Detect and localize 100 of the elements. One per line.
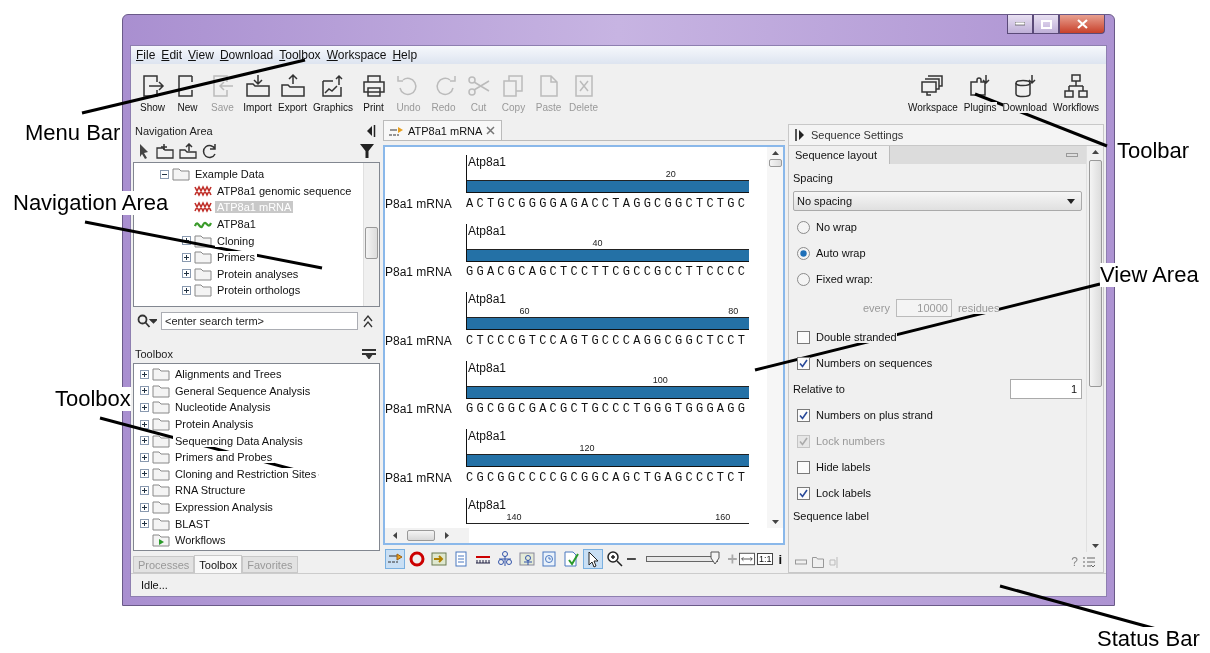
toolbar-button[interactable]: Graphics — [310, 71, 356, 113]
horizontal-scrollbar[interactable] — [385, 528, 469, 543]
checkbox[interactable] — [797, 330, 810, 344]
expand-icon[interactable] — [140, 469, 149, 479]
toolbox-item[interactable]: Alignments and Trees — [173, 368, 284, 381]
spacing-dropdown[interactable]: No spacing — [793, 191, 1082, 211]
toolbar-button[interactable]: Print — [356, 71, 391, 113]
menu-item[interactable]: Edit — [158, 48, 186, 62]
toolbox-item[interactable]: Sequencing Data Analysis — [173, 434, 305, 447]
toolbar-button[interactable]: Workflows — [1050, 71, 1102, 113]
toolbox-item[interactable]: Workflows — [173, 534, 228, 547]
expand-right-icon[interactable] — [795, 129, 805, 141]
scroll-thumb[interactable] — [768, 159, 782, 167]
toolbar-button[interactable]: Plugins — [960, 71, 1000, 113]
list-icon[interactable] — [1083, 556, 1095, 568]
toolbar-button[interactable]: Show — [135, 71, 170, 113]
scroll-left-icon[interactable] — [393, 532, 397, 539]
slider-thumb[interactable] — [710, 551, 721, 565]
pointer-icon[interactable] — [137, 143, 151, 159]
toolbox-item[interactable]: Nucleotide Analysis — [173, 401, 273, 414]
tool-button[interactable] — [583, 549, 603, 569]
search-field[interactable]: <enter search term> — [161, 312, 358, 330]
toolbox-item[interactable]: RNA Structure — [173, 484, 248, 497]
maximize-button[interactable] — [1033, 15, 1059, 34]
scroll-thumb[interactable] — [365, 227, 378, 259]
menu-item[interactable]: View — [185, 48, 217, 62]
expand-icon[interactable] — [140, 519, 149, 529]
scroll-thumb[interactable] — [407, 530, 435, 541]
menu-item[interactable]: Toolbox — [276, 48, 324, 62]
tree-item[interactable]: Protein orthologs — [215, 284, 303, 297]
expand-icon[interactable] — [140, 436, 149, 446]
section-tab[interactable]: Sequence layout — [789, 146, 890, 164]
search-icon[interactable] — [137, 314, 157, 328]
filter-icon[interactable] — [360, 144, 374, 158]
expand-icon[interactable] — [140, 452, 149, 462]
editor-tab[interactable]: ATP8a1 mRNA — [383, 120, 503, 140]
collapse-icon[interactable] — [160, 169, 169, 179]
toolbox-item[interactable]: Primers and Probes — [173, 451, 275, 464]
toolbar-button[interactable]: Import — [240, 71, 275, 113]
tick-label: 60 — [519, 307, 530, 316]
checkbox[interactable] — [797, 356, 810, 370]
refresh-icon[interactable] — [202, 143, 218, 159]
expand-icon[interactable] — [182, 269, 191, 279]
expand-icon[interactable] — [140, 386, 149, 396]
checkbox[interactable] — [797, 460, 810, 474]
toolbox-item[interactable]: BLAST — [173, 517, 212, 530]
expand-icon[interactable] — [140, 485, 149, 495]
toolbar-button[interactable]: Download — [999, 71, 1051, 113]
toolbar-button[interactable]: Workspace — [904, 71, 961, 113]
double-chevron-up-icon[interactable] — [362, 314, 374, 328]
tree-item[interactable]: Cloning — [215, 234, 257, 247]
expand-icon[interactable] — [182, 285, 191, 295]
close-icon[interactable] — [486, 126, 496, 135]
tab[interactable]: Toolbox — [194, 555, 243, 573]
scrollbar[interactable] — [767, 147, 783, 528]
folder-icon — [152, 400, 170, 415]
scroll-up-icon[interactable] — [1091, 150, 1099, 154]
close-button[interactable] — [1059, 15, 1105, 34]
radio-button[interactable] — [797, 272, 810, 286]
toolbar-button[interactable]: New — [170, 71, 205, 113]
scrollbar[interactable] — [363, 163, 379, 306]
scroll-down-icon[interactable] — [1091, 544, 1099, 548]
expand-icon[interactable] — [182, 252, 191, 262]
toolbox-item[interactable]: Protein Analysis — [173, 418, 256, 431]
expand-icon[interactable] — [140, 369, 149, 379]
folder-plus-icon[interactable] — [156, 143, 174, 159]
folder-arrow-icon[interactable] — [179, 143, 197, 159]
actual-size-button[interactable]: 1:1 — [756, 553, 774, 565]
checkbox[interactable] — [797, 486, 810, 500]
menu-item[interactable]: Workspace — [323, 48, 390, 62]
checkbox[interactable] — [797, 408, 810, 422]
menu-item[interactable]: File — [133, 48, 159, 62]
tree-item[interactable]: ATP8a1 genomic sequence — [215, 184, 354, 197]
menu-item[interactable]: Help — [389, 48, 421, 62]
toolbox-item[interactable]: General Sequence Analysis — [173, 384, 313, 397]
scroll-thumb[interactable] — [1088, 160, 1102, 387]
expand-icon[interactable] — [140, 419, 149, 429]
number-field[interactable]: 1 — [1010, 379, 1082, 399]
scroll-right-icon[interactable] — [445, 532, 449, 539]
fit-width-icon[interactable] — [739, 552, 755, 566]
tool-button[interactable] — [605, 549, 625, 569]
tree-item[interactable]: Example Data — [193, 168, 267, 181]
tree-item[interactable]: Protein analyses — [215, 267, 301, 280]
toolbox-item[interactable]: Expression Analysis — [173, 501, 275, 514]
tree-item[interactable]: ATP8a1 — [215, 218, 258, 231]
radio-button[interactable] — [797, 220, 810, 234]
info-button[interactable]: i — [775, 551, 785, 567]
expand-icon[interactable] — [140, 502, 149, 512]
menu-item[interactable]: Download — [216, 48, 277, 62]
expand-icon[interactable] — [140, 403, 149, 412]
tree-item[interactable]: Primers — [215, 251, 257, 264]
minimize-button[interactable] — [1007, 15, 1033, 34]
menu-icon[interactable] — [362, 349, 376, 359]
radio-button[interactable] — [797, 246, 810, 260]
expand-icon[interactable] — [182, 236, 191, 246]
toolbox-item[interactable]: Cloning and Restriction Sites — [173, 467, 319, 480]
collapse-left-icon[interactable] — [366, 125, 376, 137]
scroll-up-icon[interactable] — [771, 151, 779, 155]
toolbar-button[interactable]: Export — [275, 71, 310, 113]
scroll-down-icon[interactable] — [771, 520, 779, 524]
